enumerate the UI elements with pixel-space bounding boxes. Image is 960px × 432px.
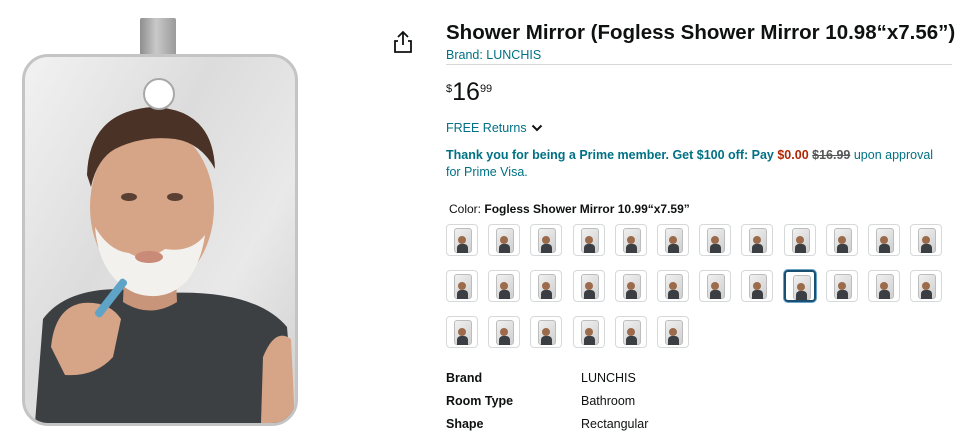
color-swatch[interactable]	[572, 270, 605, 302]
color-swatch[interactable]	[446, 270, 478, 302]
swatch-thumbnail	[792, 275, 811, 300]
color-swatch[interactable]	[825, 270, 858, 302]
free-returns-label: FREE Returns	[446, 121, 527, 135]
spec-value: Rectangular	[581, 416, 649, 431]
spec-key: Shape	[446, 416, 484, 431]
swatch-thumbnail	[622, 320, 641, 345]
color-swatch[interactable]	[699, 270, 732, 302]
color-swatch[interactable]	[657, 270, 689, 302]
swatch-thumbnail	[454, 320, 472, 345]
swatch-thumbnail	[580, 320, 599, 345]
color-swatch[interactable]	[614, 224, 647, 256]
color-swatch[interactable]	[699, 224, 732, 256]
price: $ 16 99	[446, 78, 492, 106]
swatch-thumbnail	[918, 228, 937, 253]
product-specs-table: Brand LUNCHIS Room Type Bathroom Shape Rectan…	[446, 366, 648, 432]
color-swatch[interactable]	[741, 224, 774, 256]
spec-key: Room Type	[446, 393, 514, 408]
swatch-thumbnail	[454, 274, 472, 299]
color-swatch[interactable]	[572, 224, 605, 256]
prime-offer-pay: $0.00	[777, 148, 809, 162]
color-swatch[interactable]	[657, 224, 689, 256]
swatch-thumbnail	[876, 274, 894, 299]
divider	[446, 64, 952, 65]
prime-offer-was: $16.99	[812, 148, 851, 162]
color-swatch[interactable]	[446, 316, 478, 348]
swatch-thumbnail	[665, 228, 683, 253]
color-swatch[interactable]	[783, 270, 816, 302]
swatch-thumbnail	[496, 274, 515, 299]
product-title: Shower Mirror (Fogless Shower Mirror 10.…	[446, 21, 956, 44]
swatch-thumbnail	[749, 228, 768, 253]
brand-store-link[interactable]: Brand: LUNCHIS	[446, 48, 541, 62]
color-swatch[interactable]	[741, 270, 774, 302]
share-icon[interactable]	[392, 30, 414, 54]
color-swatch[interactable]	[614, 316, 647, 348]
swatch-thumbnail	[538, 320, 557, 345]
swatch-thumbnail	[833, 274, 852, 299]
swatch-thumbnail	[496, 320, 515, 345]
color-selection: Color: Fogless Shower Mirror 10.99“x7.59…	[449, 202, 690, 216]
prime-offer-lead: Thank you for being a Prime member. Get …	[446, 148, 774, 162]
swatch-thumbnail	[749, 274, 768, 299]
color-swatch[interactable]	[825, 224, 858, 256]
swatch-thumbnail	[538, 274, 557, 299]
color-swatch[interactable]	[614, 270, 647, 302]
color-swatch[interactable]	[657, 316, 689, 348]
product-main-image[interactable]	[22, 18, 298, 426]
swatch-thumbnail	[538, 228, 557, 253]
swatch-thumbnail	[496, 228, 515, 253]
swatch-thumbnail	[580, 274, 599, 299]
color-swatch[interactable]	[910, 270, 943, 302]
color-swatch[interactable]	[488, 224, 521, 256]
color-swatch[interactable]	[530, 316, 563, 348]
color-label: Color:	[449, 202, 482, 216]
color-swatch[interactable]	[910, 224, 943, 256]
color-swatch[interactable]	[783, 224, 816, 256]
spec-row: Brand LUNCHIS	[446, 366, 648, 389]
swatch-thumbnail	[622, 228, 641, 253]
spec-key: Brand	[446, 370, 483, 385]
man-shaving-illustration	[35, 107, 295, 423]
price-fraction: 99	[479, 83, 493, 95]
color-swatch[interactable]	[572, 316, 605, 348]
color-swatch[interactable]	[868, 224, 900, 256]
color-swatch[interactable]	[446, 224, 478, 256]
swatch-thumbnail	[707, 228, 726, 253]
swatch-thumbnail	[918, 274, 937, 299]
spec-row: Shape Rectangular	[446, 412, 648, 432]
swatch-thumbnail	[791, 228, 810, 253]
swatch-thumbnail	[876, 228, 894, 253]
chevron-down-icon	[531, 124, 542, 132]
color-swatch[interactable]	[868, 270, 900, 302]
swatch-thumbnail	[665, 274, 683, 299]
spec-row: Room Type Bathroom	[446, 389, 648, 412]
swatch-thumbnail	[622, 274, 641, 299]
free-returns-link[interactable]: FREE Returns	[446, 121, 543, 135]
color-swatch[interactable]	[488, 316, 521, 348]
swatch-thumbnail	[707, 274, 726, 299]
color-swatch[interactable]	[488, 270, 521, 302]
mirror-hang-hole	[143, 78, 175, 110]
price-whole: 16	[452, 78, 480, 106]
swatch-thumbnail	[833, 228, 852, 253]
spec-value: Bathroom	[581, 393, 636, 408]
color-value: Fogless Shower Mirror 10.99“x7.59”	[484, 202, 690, 216]
swatch-thumbnail	[580, 228, 599, 253]
prime-visa-offer[interactable]: Thank you for being a Prime member. Get …	[446, 147, 946, 181]
color-swatch[interactable]	[530, 224, 563, 256]
swatch-thumbnail	[454, 228, 472, 253]
spec-value: LUNCHIS	[581, 370, 636, 385]
swatch-thumbnail	[665, 320, 683, 345]
color-swatch[interactable]	[530, 270, 563, 302]
